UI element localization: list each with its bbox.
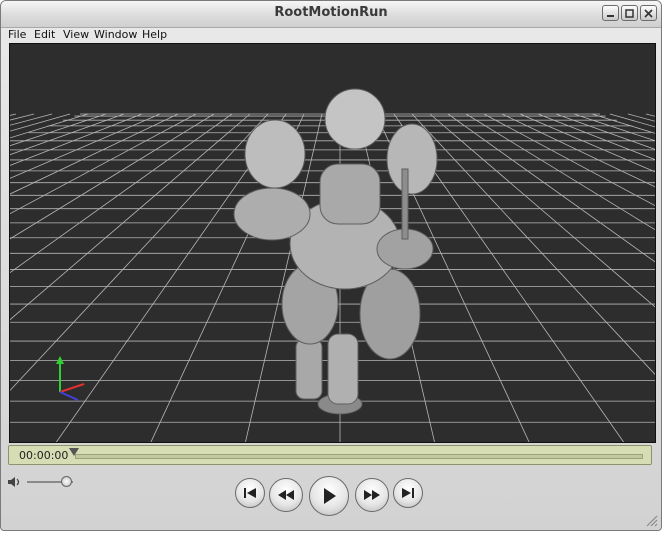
close-button[interactable] (640, 5, 657, 21)
maximize-button[interactable] (621, 5, 638, 21)
window-controls (602, 5, 657, 21)
close-icon (644, 8, 653, 18)
player-window: RootMotionRun File Edit View Window Help (0, 0, 662, 531)
rewind-icon (278, 490, 294, 500)
menu-view[interactable]: View (63, 28, 89, 41)
play-button[interactable] (309, 476, 349, 516)
menu-window[interactable]: Window (94, 28, 137, 41)
robot-model (233, 88, 438, 415)
play-icon (324, 488, 336, 504)
rewind-button[interactable] (269, 478, 303, 512)
timeline-track[interactable] (75, 454, 643, 459)
axis-gizmo (56, 356, 85, 401)
resize-grip-icon[interactable] (644, 513, 658, 527)
viewport-scene (10, 88, 655, 442)
skip-to-start-button[interactable] (235, 478, 265, 508)
fast-forward-icon (364, 490, 380, 500)
menu-file[interactable]: File (8, 28, 26, 41)
maximize-icon (625, 8, 634, 18)
title-bar[interactable]: RootMotionRun (1, 1, 661, 28)
window-title: RootMotionRun (274, 5, 388, 20)
minimize-button[interactable] (602, 5, 619, 21)
skip-to-end-icon (402, 488, 414, 498)
transport-controls (1, 475, 661, 519)
timeline-bar[interactable]: 00:00:00 (8, 445, 652, 465)
skip-to-start-icon (244, 488, 256, 498)
minimize-icon (607, 14, 614, 17)
timecode-display: 00:00:00 (19, 449, 69, 462)
3d-viewport[interactable] (9, 43, 656, 443)
menu-edit[interactable]: Edit (34, 28, 55, 41)
menu-help[interactable]: Help (142, 28, 167, 41)
menu-bar: File Edit View Window Help (1, 28, 661, 43)
playhead-handle[interactable] (69, 448, 79, 456)
fast-forward-button[interactable] (355, 478, 389, 512)
skip-to-end-button[interactable] (393, 478, 423, 508)
